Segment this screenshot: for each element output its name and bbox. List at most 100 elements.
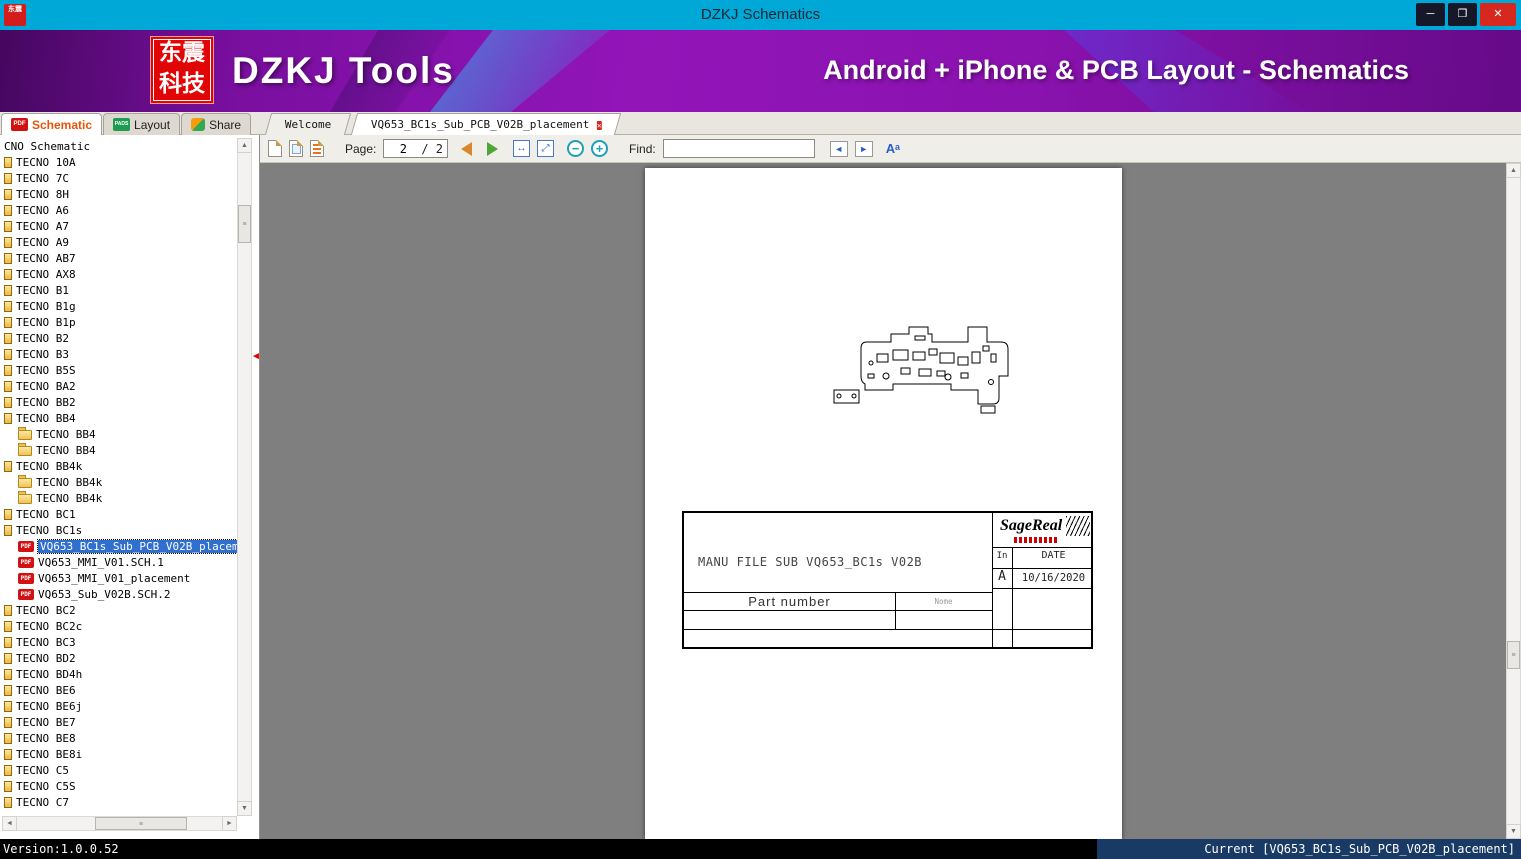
tree-item[interactable]: TECNO BE8 xyxy=(0,730,237,746)
folder-icon xyxy=(4,252,12,264)
date-column-header: DATE xyxy=(1041,550,1066,561)
tree-item[interactable]: TECNO BA2 xyxy=(0,378,237,394)
tree-item[interactable]: TECNO BC2 xyxy=(0,602,237,618)
scroll-up-icon[interactable]: ▲ xyxy=(237,138,252,153)
find-label: Find: xyxy=(629,141,656,156)
tree-item[interactable]: TECNO BB4 xyxy=(0,442,237,458)
tree-item[interactable]: TECNO BC3 xyxy=(0,634,237,650)
pdf-file-icon: PDF xyxy=(18,540,34,552)
revision-value: A xyxy=(998,569,1006,584)
tree-item-label: VQ653_MMI_V01_placement xyxy=(38,571,191,585)
tree-item[interactable]: TECNO BE7 xyxy=(0,714,237,730)
scroll-right-icon[interactable]: ► xyxy=(222,816,237,831)
sidebar-horizontal-scrollbar[interactable]: ◄ ≡ ► xyxy=(2,816,237,831)
scrollbar-thumb[interactable]: ≡ xyxy=(1507,641,1520,669)
tree-item-label: TECNO A6 xyxy=(16,203,69,217)
doc-tab-label: VQ653_BC1s_Sub_PCB_V02B_placement xyxy=(371,118,590,131)
tree-item[interactable]: TECNO BC1 xyxy=(0,506,237,522)
tree-item-label: TECNO BC1 xyxy=(16,507,76,521)
tree-item[interactable]: TECNO B3 xyxy=(0,346,237,362)
doc-tab-welcome[interactable]: Welcome xyxy=(264,113,352,135)
tree-item[interactable]: TECNO BC2c xyxy=(0,618,237,634)
folder-icon xyxy=(4,236,12,248)
close-button[interactable]: ✕ xyxy=(1480,3,1516,26)
doc-tab-placement[interactable]: VQ653_BC1s_Sub_PCB_V02B_placement ✕ xyxy=(351,113,622,135)
tree-item[interactable]: TECNO B1g xyxy=(0,298,237,314)
previous-page-icon[interactable] xyxy=(461,141,473,156)
page-layout-icon[interactable] xyxy=(310,140,324,157)
viewer-vertical-scrollbar[interactable]: ▲ ≡ ▼ xyxy=(1506,163,1521,839)
page-number-input[interactable] xyxy=(388,141,419,156)
tree-item[interactable]: TECNO 8H xyxy=(0,186,237,202)
tree-item[interactable]: TECNO AB7 xyxy=(0,250,237,266)
tree-item[interactable]: TECNO A9 xyxy=(0,234,237,250)
tree-item-label: VQ653_Sub_V02B.SCH.2 xyxy=(38,587,171,601)
tree-item[interactable]: TECNO BE8i xyxy=(0,746,237,762)
tree-item[interactable]: TECNO B5S xyxy=(0,362,237,378)
tree-item[interactable]: TECNO A7 xyxy=(0,218,237,234)
next-page-icon[interactable] xyxy=(487,141,499,156)
folder-icon xyxy=(4,156,12,168)
tab-label: Share xyxy=(209,117,242,132)
tree-item[interactable]: TECNO BC1s xyxy=(0,522,237,538)
tree-item[interactable]: TECNO 10A xyxy=(0,154,237,170)
tree-item[interactable]: TECNO B1 xyxy=(0,282,237,298)
tree-item[interactable]: TECNO BB4k xyxy=(0,490,237,506)
sidebar-vertical-scrollbar[interactable]: ▲ ≡ ▼ xyxy=(237,138,252,816)
tree-item[interactable]: TECNO B2 xyxy=(0,330,237,346)
tree-item[interactable]: PDF VQ653_MMI_V01.SCH.1 xyxy=(0,554,237,570)
tree-item[interactable]: PDF VQ653_BC1s_Sub_PCB_V02B_placement xyxy=(0,538,237,554)
tree-item[interactable]: TECNO C7 xyxy=(0,794,237,810)
zoom-out-icon[interactable]: − xyxy=(567,140,585,157)
tree-item[interactable]: TECNO BE6 xyxy=(0,682,237,698)
tree-item[interactable]: TECNO C5 xyxy=(0,762,237,778)
page-view-icon[interactable] xyxy=(268,140,282,157)
folder-icon xyxy=(4,620,12,632)
fit-page-icon[interactable]: ⤢ xyxy=(537,140,555,157)
multi-page-view-icon[interactable] xyxy=(289,140,303,157)
minimize-button[interactable]: ─ xyxy=(1416,3,1445,26)
tree-item[interactable]: TECNO BB4 xyxy=(0,426,237,442)
fit-width-icon[interactable]: ↔ xyxy=(513,140,531,157)
scrollbar-thumb[interactable]: ≡ xyxy=(95,817,187,830)
tab-layout[interactable]: PADS Layout xyxy=(103,113,181,135)
tree-item[interactable]: TECNO A6 xyxy=(0,202,237,218)
tree-item-label: TECNO 8H xyxy=(16,187,69,201)
tab-schematic[interactable]: PDF Schematic xyxy=(1,113,103,135)
tree-item[interactable]: TECNO BE6j xyxy=(0,698,237,714)
tree-item-label: TECNO B1g xyxy=(16,299,76,313)
tree-item[interactable]: CNO Schematic xyxy=(0,138,237,154)
tree-item[interactable]: TECNO BB4k xyxy=(0,458,237,474)
scroll-down-icon[interactable]: ▼ xyxy=(1506,824,1521,839)
scroll-left-icon[interactable]: ◄ xyxy=(2,816,17,831)
tab-close-icon[interactable]: ✕ xyxy=(596,121,602,130)
scroll-down-icon[interactable]: ▼ xyxy=(237,801,252,816)
maximize-button[interactable]: ❐ xyxy=(1448,3,1477,26)
tree-item[interactable]: TECNO 7C xyxy=(0,170,237,186)
tree-item-label: TECNO BE6 xyxy=(16,683,76,697)
scroll-up-icon[interactable]: ▲ xyxy=(1506,163,1521,178)
scrollbar-thumb[interactable]: ≡ xyxy=(238,205,251,243)
date-value: 10/16/2020 xyxy=(1021,572,1086,584)
tree-item[interactable]: TECNO C5S xyxy=(0,778,237,794)
find-input[interactable] xyxy=(663,140,814,157)
tree-item[interactable]: TECNO B1p xyxy=(0,314,237,330)
tree-item[interactable]: TECNO BB4 xyxy=(0,410,237,426)
tree-item[interactable]: TECNO BD2 xyxy=(0,650,237,666)
tree-item[interactable]: TECNO AX8 xyxy=(0,266,237,282)
folder-icon xyxy=(4,268,12,280)
tree-item[interactable]: TECNO BB2 xyxy=(0,394,237,410)
tree-item-label: TECNO BB4 xyxy=(36,427,96,441)
tree-item[interactable]: PDF VQ653_MMI_V01_placement xyxy=(0,570,237,586)
match-case-icon[interactable]: Aᵃ xyxy=(886,141,900,156)
tab-share[interactable]: Share xyxy=(181,113,252,135)
find-next-icon[interactable]: ► xyxy=(854,140,873,157)
zoom-in-icon[interactable]: + xyxy=(591,140,609,157)
find-previous-icon[interactable]: ◄ xyxy=(829,140,848,157)
tree-item[interactable]: TECNO BB4k xyxy=(0,474,237,490)
tree-item-label: TECNO BB4 xyxy=(36,443,96,457)
tree-item[interactable]: PDF VQ653_Sub_V02B.SCH.2 xyxy=(0,586,237,602)
tree-item[interactable]: TECNO BD4h xyxy=(0,666,237,682)
logo-subtext-decoration xyxy=(1014,537,1058,543)
tab-label: Schematic xyxy=(32,117,93,132)
